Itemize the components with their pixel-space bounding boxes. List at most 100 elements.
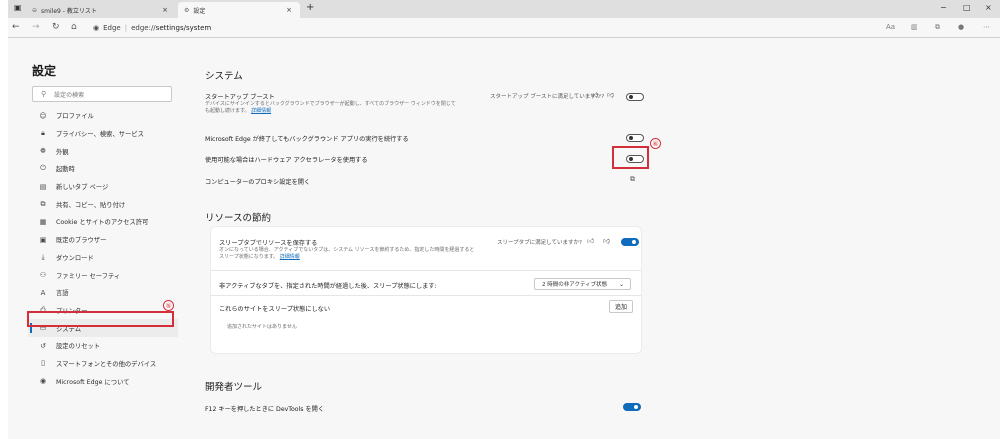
tab-smile9[interactable]: ⊖ smile9 - 教立リスト × — [26, 2, 176, 18]
share-icon: ⧉ — [40, 199, 46, 208]
sidebar-item-label: Cookie とサイトのアクセス許可 — [56, 219, 149, 227]
toggle-knob — [629, 95, 633, 99]
cookie-icon: ▦ — [39, 217, 47, 226]
sidebar-item-about[interactable]: ◉ Microsoft Edge について — [28, 372, 178, 390]
background-apps-label: Microsoft Edge が終了してもバックグラウンド アプリの実行を続行す… — [205, 136, 409, 143]
sidebar-item-languages[interactable]: A 言語 — [28, 284, 178, 302]
divider — [211, 295, 641, 296]
page-title: 設定 — [32, 64, 57, 78]
callout-badge-5: ⑤ — [163, 300, 174, 311]
split-screen-icon[interactable]: ▥ — [911, 23, 918, 31]
learn-more-link[interactable]: 詳細情報 — [280, 254, 300, 260]
thumbs-up-icon[interactable]: 👍︎ — [587, 236, 594, 245]
person-icon: ☺ — [39, 111, 47, 120]
family-icon: ⚇ — [39, 271, 47, 280]
search-placeholder: 設定の検索 — [54, 91, 85, 99]
sidebar-item-share[interactable]: ⧉ 共有、コピー、貼り付け — [28, 195, 178, 213]
minimize-button[interactable]: − — [940, 3, 947, 12]
settings-search-input[interactable]: ⚲ 設定の検索 — [32, 86, 172, 102]
learn-more-link[interactable]: 詳細情報 — [251, 108, 271, 114]
inactive-time-select[interactable]: 2 時間の非アクティブ状態 ⌄ — [534, 278, 631, 290]
startup-boost-label: スタートアップ ブースト — [205, 94, 275, 101]
back-icon[interactable]: ← — [12, 22, 20, 32]
sleeping-tabs-toggle[interactable] — [621, 238, 639, 246]
tab-close-icon[interactable]: × — [162, 6, 168, 14]
highlight-box-system — [27, 311, 174, 327]
sidebar-item-startup[interactable]: ⏻ 起動時 — [28, 160, 178, 178]
url-separator: | — [124, 24, 128, 32]
sidebar-item-appearance[interactable]: ❁ 外観 — [28, 142, 178, 160]
toggle-knob — [634, 405, 638, 409]
more-icon[interactable]: ⋯ — [983, 23, 990, 31]
search-icon: ⚲ — [41, 90, 47, 98]
tab-actions-icon[interactable]: ▣ — [14, 3, 22, 12]
toggle-knob — [632, 240, 636, 244]
sidebar-item-profile[interactable]: ☺ プロファイル — [28, 107, 178, 125]
devtools-f12-label: F12 キーを押したときに DevTools を開く — [205, 406, 325, 413]
add-site-button[interactable]: 追加 — [609, 300, 633, 313]
sidebar-item-label: スマートフォンとその他のデバイス — [56, 360, 157, 368]
toggle-knob — [629, 136, 633, 140]
sidebar-item-reset[interactable]: ↺ 設定のリセット — [28, 337, 178, 355]
sidebar-item-phone[interactable]: ▯ スマートフォンとその他のデバイス — [28, 355, 178, 373]
tab-settings[interactable]: ⚙ 設定 × — [178, 2, 300, 18]
home-icon[interactable]: ⌂ — [71, 22, 77, 32]
sidebar-item-cookies[interactable]: ▦ Cookie とサイトのアクセス許可 — [28, 213, 178, 231]
sleeping-tabs-card: スリープタブでリソースを保存する オンになっている場合、アクティブでないタブは、… — [211, 227, 641, 353]
download-icon: ⤓ — [41, 252, 45, 261]
reset-icon: ↺ — [40, 341, 46, 350]
palette-icon: ❁ — [40, 147, 46, 156]
sidebar-item-label: プロファイル — [56, 113, 94, 121]
profile-icon[interactable]: ● — [958, 23, 964, 31]
callout-badge-6: ⑥ — [650, 138, 661, 149]
devtools-f12-toggle[interactable] — [623, 403, 641, 411]
settings-page: 設定 ⚲ 設定の検索 ☺ プロファイル 🔒︎ プライバシー、検索、サービス ❁ 外観 … — [8, 38, 1000, 439]
tab-label: 設定 — [193, 7, 206, 15]
hardware-acceleration-label: 使用可能な場合はハードウェア アクセラレータを使用する — [205, 157, 368, 164]
sidebar-item-label: ファミリー セーフティ — [56, 272, 121, 280]
browser-window: ▣ ⊖ smile9 - 教立リスト × ⚙ 設定 × + − □ × ← → … — [8, 0, 1000, 439]
tab-label: smile9 - 教立リスト — [41, 7, 97, 15]
sleeping-tabs-desc-text: オンになっている場合、アクティブでないタブは、システム リソースを節約するため、… — [219, 247, 475, 260]
url-path: settings/system — [155, 24, 212, 32]
sidebar-item-label: 外観 — [56, 148, 69, 156]
sidebar-item-label: 設定のリセット — [56, 343, 101, 351]
inactive-time-value: 2 時間の非アクティブ状態 — [542, 282, 608, 288]
thumbs-down-icon[interactable]: 👎︎ — [607, 90, 614, 99]
sleeping-tabs-description: オンになっている場合、アクティブでないタブは、システム リソースを節約するため、… — [219, 247, 479, 261]
maximize-button[interactable]: □ — [963, 3, 971, 12]
close-window-button[interactable]: × — [985, 3, 992, 12]
startup-boost-feedback-text: スタートアップ ブーストに満足していますか? — [490, 94, 605, 100]
url-field[interactable]: ◉ Edge | edge:// settings/system — [93, 21, 873, 35]
startup-boost-toggle[interactable] — [626, 93, 644, 101]
power-icon: ⏻ — [40, 164, 46, 173]
settings-sidebar: 設定 ⚲ 設定の検索 ☺ プロファイル 🔒︎ プライバシー、検索、サービス ❁ 外観 … — [8, 38, 186, 439]
sidebar-item-default-browser[interactable]: ▣ 既定のブラウザー — [28, 231, 178, 249]
url-site: Edge — [103, 24, 121, 32]
lock-icon: 🔒︎ — [41, 129, 45, 138]
new-tab-button[interactable]: + — [306, 2, 314, 13]
sidebar-item-label: 新しいタブ ページ — [56, 184, 109, 192]
sidebar-item-privacy[interactable]: 🔒︎ プライバシー、検索、サービス — [28, 125, 178, 143]
thumbs-up-icon[interactable]: 👍︎ — [591, 90, 598, 99]
proxy-settings-label: コンピューターのプロキシ設定を開く — [205, 179, 311, 186]
thumbs-down-icon[interactable]: 👎︎ — [603, 236, 610, 245]
edge-icon: ◉ — [39, 377, 47, 386]
tab-strip: ▣ ⊖ smile9 - 教立リスト × ⚙ 設定 × + − □ × — [8, 0, 1000, 18]
chevron-down-icon: ⌄ — [618, 280, 624, 288]
read-aloud-icon[interactable]: Aa — [886, 23, 895, 31]
sidebar-item-family[interactable]: ⚇ ファミリー セーフティ — [28, 266, 178, 284]
external-link-icon[interactable]: ⧉ — [630, 175, 635, 184]
sidebar-item-downloads[interactable]: ⤓ ダウンロード — [28, 249, 178, 267]
background-apps-toggle[interactable] — [626, 134, 644, 142]
browser-icon: ▣ — [39, 235, 47, 244]
tab-close-icon[interactable]: × — [286, 6, 292, 14]
refresh-icon[interactable]: ↻ — [52, 22, 60, 32]
collections-icon[interactable]: ⧉ — [935, 23, 940, 32]
sidebar-item-new-tab[interactable]: ▤ 新しいタブ ページ — [28, 178, 178, 196]
gear-icon: ⚙ — [184, 6, 190, 14]
startup-boost-desc-text: デバイスにサインインするとバックグラウンドでブラウザーが起動し、すべてのブラウザ… — [205, 101, 456, 114]
never-sleep-sites-label: これらのサイトをスリープ状態にしない — [219, 306, 331, 313]
highlight-box-hardware-acceleration — [612, 146, 649, 169]
forward-icon[interactable]: → — [32, 22, 40, 32]
